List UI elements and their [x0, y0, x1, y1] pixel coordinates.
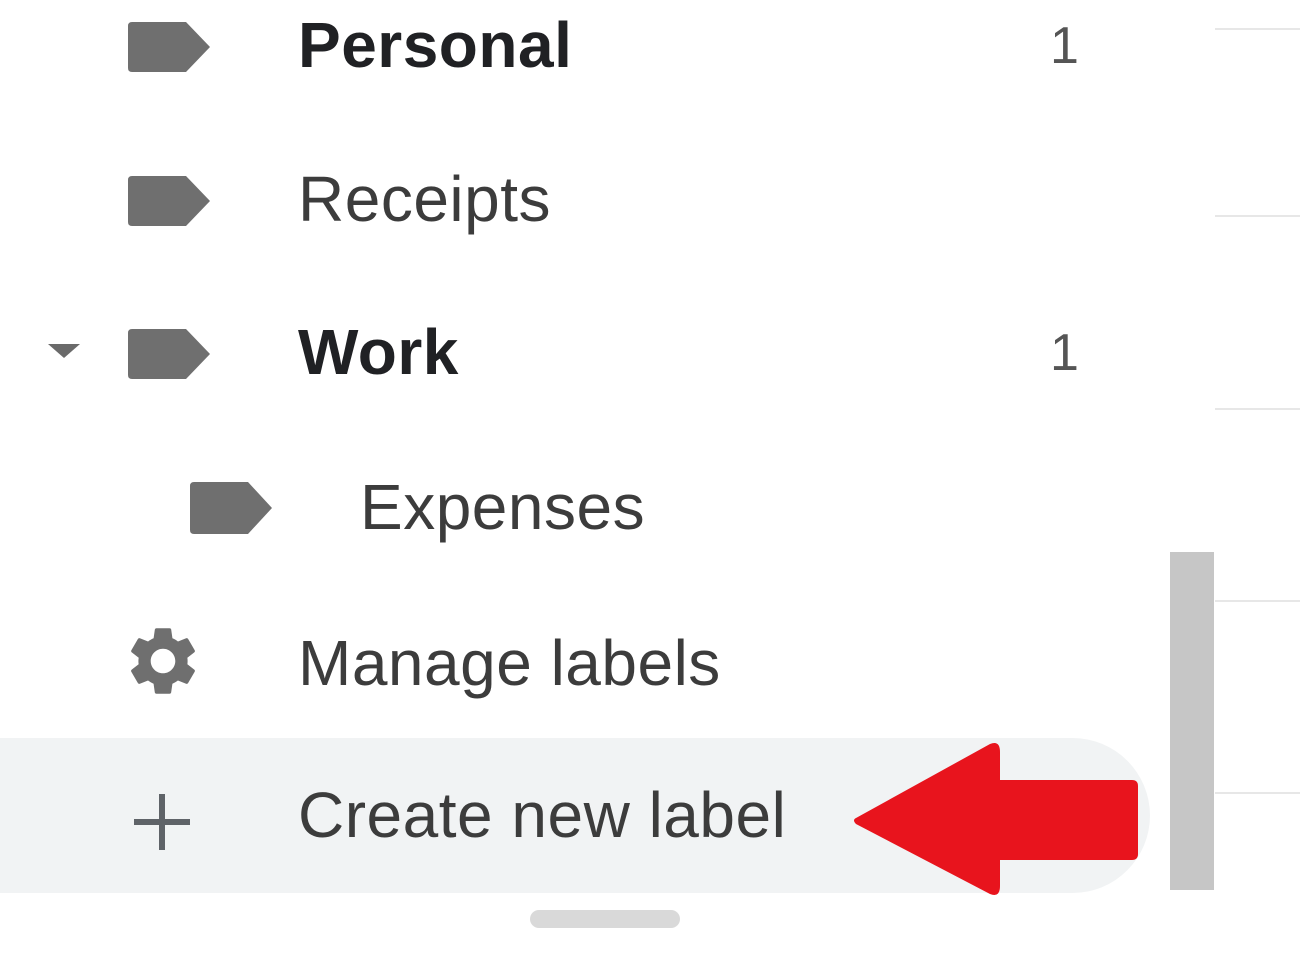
- plus-icon: [130, 790, 194, 859]
- manage-labels-label: Manage labels: [298, 627, 721, 699]
- unread-count: 1: [1050, 17, 1079, 75]
- create-new-label-text: Create new label: [298, 779, 787, 851]
- label-icon: [128, 176, 210, 226]
- label-item-receipts[interactable]: Receipts: [0, 152, 1150, 302]
- label-name: Work: [298, 316, 459, 388]
- manage-labels-button[interactable]: Manage labels: [0, 590, 1150, 740]
- label-item-expenses[interactable]: Expenses: [0, 458, 1150, 608]
- resize-handle[interactable]: [530, 910, 680, 928]
- label-name: Personal: [298, 9, 573, 81]
- mail-list-divider: [1215, 28, 1300, 30]
- mail-list-divider: [1215, 215, 1300, 217]
- gmail-label-sidebar: Personal 1 Receipts Work 1 Expenses Mana…: [0, 0, 1300, 973]
- label-icon: [190, 482, 272, 534]
- label-item-personal[interactable]: Personal 1: [0, 0, 1150, 150]
- mail-list-divider: [1215, 792, 1300, 794]
- label-name: Expenses: [360, 471, 646, 543]
- unread-count: 1: [1050, 324, 1079, 382]
- label-icon: [128, 22, 210, 72]
- gear-icon: [122, 620, 204, 707]
- scrollbar-thumb[interactable]: [1170, 552, 1214, 890]
- mail-list-divider: [1215, 600, 1300, 602]
- caret-down-icon[interactable]: [48, 344, 80, 358]
- mail-list-divider: [1215, 408, 1300, 410]
- label-name: Receipts: [298, 163, 551, 235]
- red-arrow-icon: [850, 740, 1140, 905]
- label-icon: [128, 329, 210, 379]
- label-item-work[interactable]: Work 1: [90, 305, 1150, 455]
